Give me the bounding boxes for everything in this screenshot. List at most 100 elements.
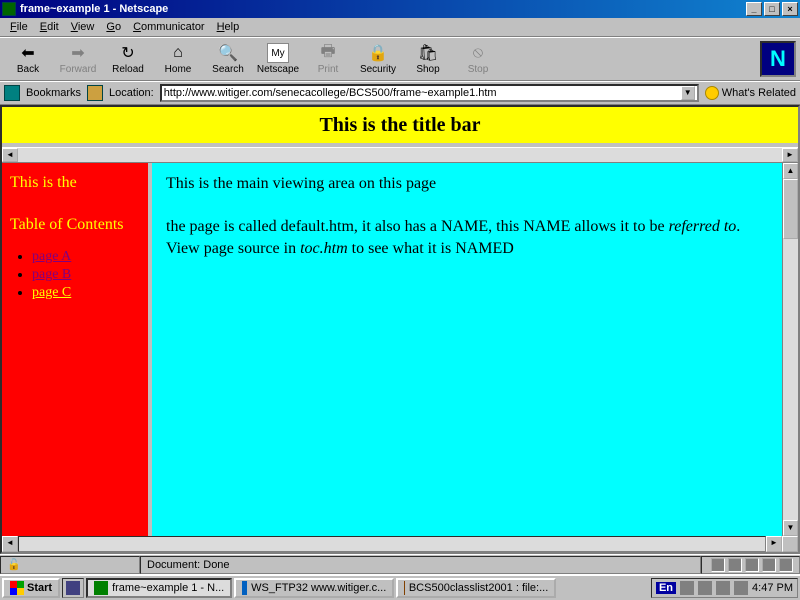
frame-body: This is the Table of Contents page A pag… — [2, 163, 798, 536]
whats-related-button[interactable]: What's Related — [705, 86, 796, 100]
status-icons — [701, 556, 800, 574]
stop-button[interactable]: ⦸Stop — [454, 39, 502, 79]
close-button[interactable]: × — [782, 2, 798, 16]
scroll-left-icon[interactable]: ◄ — [2, 148, 18, 162]
minimize-button[interactable]: _ — [746, 2, 762, 16]
taskbar-item-bcs500[interactable]: BCS500classlist2001 : file:... — [396, 578, 556, 598]
menu-file[interactable]: File — [4, 19, 34, 35]
scroll-corner — [782, 536, 798, 552]
menu-view[interactable]: View — [65, 19, 101, 35]
component-icon[interactable] — [745, 558, 759, 572]
component-icon[interactable] — [762, 558, 776, 572]
menu-go[interactable]: Go — [100, 19, 127, 35]
content-area: This is the title bar ◄ ► This is the Ta… — [0, 105, 800, 554]
security-button[interactable]: 🔒Security — [354, 39, 402, 79]
tray-icon[interactable] — [680, 581, 694, 595]
taskbar-item-netscape[interactable]: frame~example 1 - N... — [86, 578, 232, 598]
quick-launch — [62, 578, 84, 598]
netscape-brand-icon: N — [760, 41, 796, 77]
location-bar: Bookmarks Location: http://www.witiger.c… — [0, 81, 800, 105]
scroll-right-icon[interactable]: ► — [766, 536, 782, 552]
maximize-button[interactable]: □ — [764, 2, 780, 16]
back-icon: ⬅ — [18, 43, 38, 63]
language-indicator[interactable]: En — [656, 582, 676, 594]
tray-icon[interactable] — [716, 581, 730, 595]
url-field[interactable]: http://www.witiger.com/senecacollege/BCS… — [160, 84, 699, 102]
status-lock-icon: 🔓 — [7, 558, 21, 571]
quick-launch-icon[interactable] — [66, 581, 80, 595]
back-button[interactable]: ⬅Back — [4, 39, 52, 79]
clock[interactable]: 4:47 PM — [752, 582, 793, 594]
scroll-down-icon[interactable]: ▼ — [783, 520, 798, 536]
toc-frame: This is the Table of Contents page A pag… — [2, 163, 152, 536]
main-line-1: This is the main viewing area on this pa… — [166, 173, 768, 195]
scroll-up-icon[interactable]: ▲ — [783, 163, 798, 179]
forward-button[interactable]: ➡Forward — [54, 39, 102, 79]
location-icon — [87, 85, 103, 101]
toolbar: ⬅Back ➡Forward ↻Reload ⌂Home 🔍Search MyN… — [0, 37, 800, 81]
list-item: page B — [32, 267, 140, 283]
menu-edit[interactable]: Edit — [34, 19, 65, 35]
bottom-scrollbar[interactable]: ◄ ► — [2, 536, 798, 552]
shop-button[interactable]: 🛍Shop — [404, 39, 452, 79]
location-label: Location: — [109, 87, 154, 99]
toc-link-page-a[interactable]: page A — [32, 249, 71, 264]
menu-bar: File Edit View Go Communicator Help — [0, 18, 800, 37]
menu-help[interactable]: Help — [211, 19, 246, 35]
frame-title-text: This is the title bar — [319, 114, 480, 137]
start-button[interactable]: Start — [2, 578, 60, 598]
app-icon — [2, 2, 16, 16]
toc-link-page-b[interactable]: page B — [32, 267, 71, 282]
taskbar-app-icon — [94, 581, 108, 595]
bookmarks-icon[interactable] — [4, 85, 20, 101]
url-text: http://www.witiger.com/senecacollege/BCS… — [164, 87, 497, 99]
netscape-button[interactable]: MyNetscape — [254, 39, 302, 79]
reload-button[interactable]: ↻Reload — [104, 39, 152, 79]
list-item: page C — [32, 285, 140, 301]
reload-icon: ↻ — [118, 43, 138, 63]
bookmarks-label[interactable]: Bookmarks — [26, 87, 81, 99]
system-tray: En 4:47 PM — [651, 578, 798, 598]
search-icon: 🔍 — [218, 43, 238, 63]
search-button[interactable]: 🔍Search — [204, 39, 252, 79]
print-icon: 🖶 — [318, 43, 338, 63]
security-icon: 🔒 — [368, 43, 388, 63]
title-frame-scrollbar[interactable]: ◄ ► — [2, 147, 798, 163]
status-left: 🔓 — [0, 556, 140, 574]
netscape-icon: My — [267, 43, 289, 63]
window-title: frame~example 1 - Netscape — [20, 3, 168, 15]
home-button[interactable]: ⌂Home — [154, 39, 202, 79]
vertical-scrollbar[interactable]: ▲ ▼ — [782, 163, 798, 536]
main-line-2: the page is called default.htm, it also … — [166, 216, 768, 259]
related-icon — [705, 86, 719, 100]
status-text: Document: Done — [140, 556, 701, 574]
component-icon[interactable] — [711, 558, 725, 572]
scroll-right-icon[interactable]: ► — [782, 148, 798, 162]
taskbar-app-icon — [242, 581, 247, 595]
taskbar-app-icon — [404, 581, 405, 595]
list-item: page A — [32, 249, 140, 265]
print-button[interactable]: 🖶Print — [304, 39, 352, 79]
component-icon[interactable] — [779, 558, 793, 572]
window-titlebar: frame~example 1 - Netscape _ □ × — [0, 0, 800, 18]
taskbar: Start frame~example 1 - N... WS_FTP32 ww… — [0, 574, 800, 600]
volume-icon[interactable] — [734, 581, 748, 595]
main-frame: This is the main viewing area on this pa… — [152, 163, 782, 536]
toc-list: page A page B page C — [10, 249, 140, 301]
menu-communicator[interactable]: Communicator — [127, 19, 211, 35]
scroll-thumb[interactable] — [783, 179, 798, 239]
scroll-left-icon[interactable]: ◄ — [2, 536, 18, 552]
home-icon: ⌂ — [168, 43, 188, 63]
tray-icon[interactable] — [698, 581, 712, 595]
component-icon[interactable] — [728, 558, 742, 572]
forward-icon: ➡ — [68, 43, 88, 63]
taskbar-item-wsftp[interactable]: WS_FTP32 www.witiger.c... — [234, 578, 394, 598]
url-dropdown-button[interactable]: ▼ — [681, 86, 695, 100]
toc-heading: This is the Table of Contents — [10, 173, 140, 235]
status-bar: 🔓 Document: Done — [0, 554, 800, 574]
shop-icon: 🛍 — [418, 43, 438, 63]
toc-link-page-c[interactable]: page C — [32, 285, 71, 300]
frame-title: This is the title bar — [2, 107, 798, 147]
stop-icon: ⦸ — [468, 43, 488, 63]
windows-flag-icon — [10, 581, 24, 595]
